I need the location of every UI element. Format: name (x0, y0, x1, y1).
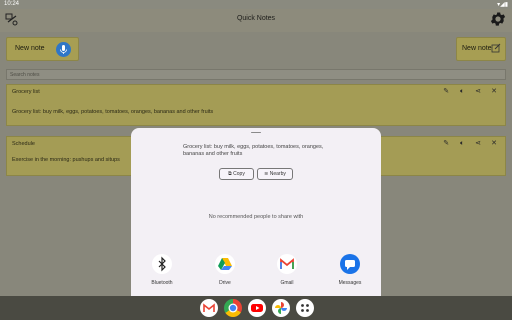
close-icon[interactable]: ✕ (487, 139, 501, 147)
mic-icon (56, 42, 71, 57)
speaker-icon[interactable]: 🔈︎ (455, 140, 469, 148)
share-target-gmail[interactable]: Gmail (267, 254, 307, 286)
share-target-label: Drive (219, 280, 231, 286)
edit-icon[interactable]: ✎ (439, 139, 453, 147)
dock (196, 298, 318, 318)
note-actions: ✎ 🔈︎ ⋖ ✕ (439, 139, 501, 149)
share-icon[interactable]: ⋖ (471, 87, 485, 95)
status-icons: ▾◢▮ (497, 2, 508, 8)
edit-icon[interactable]: ✎ (439, 87, 453, 95)
note-card[interactable]: Grocery list ✎ 🔈︎ ⋖ ✕ Grocery list: buy … (6, 84, 506, 126)
no-recommended-people-text: No recommended people to share with (208, 214, 304, 220)
page-title: Quick Notes (236, 15, 276, 22)
share-sheet: Grocery list: buy milk, eggs, potatoes, … (131, 128, 381, 296)
search-input[interactable]: Search notes (6, 69, 506, 80)
nearby-label: Nearby (269, 171, 286, 177)
new-note-voice-button[interactable]: New note (6, 37, 79, 61)
note-body: Exercise in the morning: pushups and sit… (12, 157, 120, 163)
edit-icon (491, 43, 501, 57)
drive-icon (215, 254, 235, 274)
nearby-button[interactable]: ≋ Nearby (257, 168, 293, 180)
share-target-messages[interactable]: Messages (330, 254, 370, 286)
new-note-label: New note (462, 45, 492, 52)
share-target-label: Gmail (280, 280, 294, 286)
copy-label: Copy (233, 171, 245, 177)
app-bar: Quick Notes (0, 9, 512, 32)
youtube-icon[interactable] (248, 299, 266, 317)
note-body: Grocery list: buy milk, eggs, potatoes, … (12, 109, 214, 115)
share-target-label: Bluetooth (151, 280, 173, 286)
bluetooth-icon (152, 254, 172, 274)
note-actions: ✎ 🔈︎ ⋖ ✕ (439, 87, 501, 97)
note-title: Schedule (12, 141, 35, 147)
app-drawer-icon[interactable] (296, 299, 314, 317)
nearby-icon: ≋ (264, 171, 269, 177)
share-preview-text: Grocery list: buy milk, eggs, potatoes, … (183, 144, 324, 157)
status-time: 10:24 (4, 1, 20, 7)
new-note-text-button[interactable]: New note (456, 37, 506, 61)
share-icon[interactable]: ⋖ (471, 139, 485, 147)
share-target-drive[interactable]: Drive (205, 254, 245, 286)
chrome-icon[interactable] (224, 299, 242, 317)
drag-handle[interactable] (251, 132, 261, 133)
new-note-label: New note (15, 45, 45, 52)
status-bar: 10:24 ▾◢▮ (0, 0, 512, 9)
note-title: Grocery list (12, 89, 40, 95)
speaker-icon[interactable]: 🔈︎ (455, 88, 469, 96)
gmail-icon (277, 254, 297, 274)
copy-button[interactable]: ⧉ Copy (219, 168, 254, 180)
share-target-bluetooth[interactable]: Bluetooth (142, 254, 182, 286)
photos-icon[interactable] (272, 299, 290, 317)
close-icon[interactable]: ✕ (487, 87, 501, 95)
gmail-icon[interactable] (200, 299, 218, 317)
gear-icon[interactable] (488, 10, 508, 30)
messages-icon (340, 254, 360, 274)
taskbar (0, 296, 512, 320)
share-target-label: Messages (338, 280, 362, 286)
copy-icon: ⧉ (228, 171, 232, 177)
